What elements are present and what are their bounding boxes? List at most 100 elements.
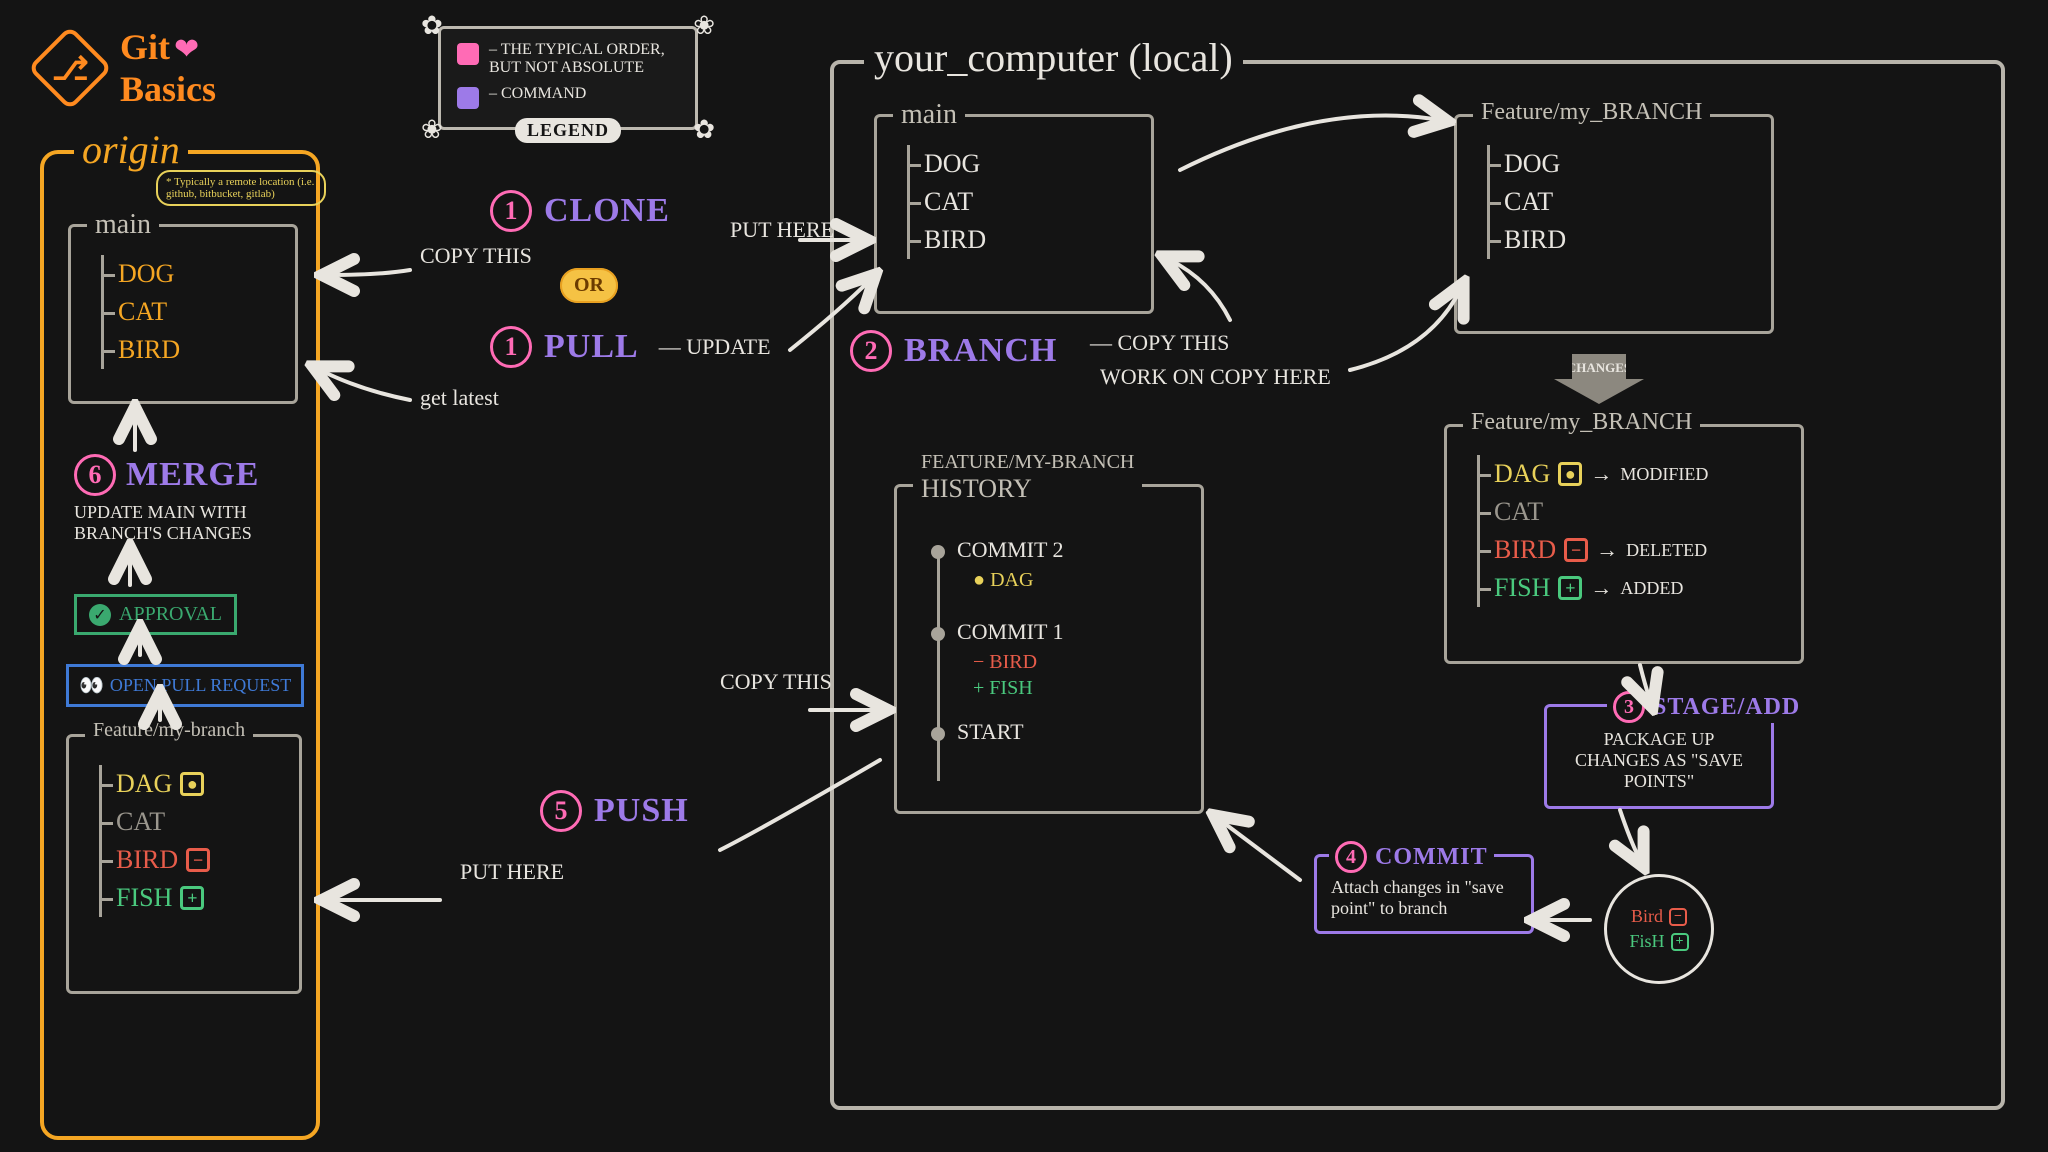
file-item: CAT — [102, 803, 279, 841]
added-icon: + — [1558, 576, 1582, 600]
save-point-circle: Bird− FisH+ — [1604, 874, 1714, 984]
legend-box: – THE TYPICAL ORDER, BUT NOT ABSOLUTE – … — [438, 26, 698, 130]
merge-command: MERGE — [126, 456, 259, 494]
commit-command: COMMIT — [1375, 844, 1488, 871]
approval-badge: ✓ APPROVAL — [74, 594, 237, 635]
file-item: CAT — [1490, 183, 1751, 221]
local-main-title: main — [893, 99, 965, 131]
save-point-item: Bird− — [1631, 906, 1687, 927]
branch-command: BRANCH — [904, 332, 1057, 370]
origin-feature-box: Feature/my-branch DAG● CAT BIRD− FISH+ — [66, 734, 302, 994]
branch-work-on-copy: WORK ON COPY HERE — [1100, 364, 1331, 390]
origin-main-title: main — [87, 209, 159, 241]
local-main-box: main DOG CAT BIRD — [874, 114, 1154, 314]
branch-copy-this: — COPY THIS — [1090, 330, 1229, 356]
modified-icon: ● — [1558, 462, 1582, 486]
local-title: your_computer (local) — [864, 34, 1243, 81]
added-icon: + — [1671, 933, 1689, 951]
commit-dot-icon — [931, 545, 945, 559]
flourish-icon: ✿ — [693, 115, 715, 145]
changes-label: CHANGES — [1567, 360, 1631, 376]
local-feature-clean-box: Feature/my_BRANCH DOG CAT BIRD — [1454, 114, 1774, 334]
local-feature-changed-box: Feature/my_BRANCH DAG ● →MODIFIED CAT BI… — [1444, 424, 1804, 664]
commit-change: ● DAG — [973, 569, 1033, 592]
eyes-icon: 👀 — [79, 673, 104, 698]
legend-row-pink: – THE TYPICAL ORDER, BUT NOT ABSOLUTE — [457, 41, 675, 77]
modified-icon: ● — [180, 772, 204, 796]
legend-pink-desc: – THE TYPICAL ORDER, BUT NOT ABSOLUTE — [489, 41, 675, 77]
deleted-icon: − — [1669, 908, 1687, 926]
file-item: BIRD− — [102, 841, 279, 879]
file-item: CAT — [104, 293, 275, 331]
stage-box: 3 STAGE/ADD PACKAGE UP CHANGES AS "SAVE … — [1544, 704, 1774, 809]
step-number: 1 — [490, 326, 532, 368]
local-feature-changed-title: Feature/my_BRANCH — [1463, 409, 1700, 436]
step-push: 5 PUSH — [540, 790, 689, 832]
push-copy-this: COPY THIS — [720, 670, 832, 694]
file-item: BIRD — [1490, 221, 1751, 259]
origin-container: origin * Typically a remote location (i.… — [40, 150, 320, 1140]
heart-icon: ❤ — [174, 33, 199, 66]
check-icon: ✓ — [89, 604, 111, 626]
history-line-icon — [937, 547, 940, 781]
title-line2: Basics — [120, 68, 216, 110]
approval-label: APPROVAL — [119, 603, 222, 626]
origin-feature-title: Feature/my-branch — [85, 719, 253, 742]
step-pull: 1 PULL — UPDATE — [490, 326, 771, 368]
pull-request-badge: 👀 OPEN PULL REQUEST — [66, 664, 304, 707]
stage-command: STAGE/ADD — [1653, 694, 1800, 721]
clone-copy-this: COPY THIS — [420, 244, 532, 268]
commit-desc: Attach changes in "save point" to branch — [1331, 877, 1517, 919]
save-point-item: FisH+ — [1629, 931, 1688, 952]
flourish-icon: ✿ — [421, 11, 443, 41]
deleted-icon: − — [1564, 538, 1588, 562]
file-item: DAG● — [102, 765, 279, 803]
push-put-here: PUT HERE — [460, 860, 564, 884]
added-icon: + — [180, 886, 204, 910]
commit-dot-icon — [931, 627, 945, 641]
commit-change: − BIRD — [973, 651, 1037, 674]
pink-swatch-icon — [457, 43, 479, 65]
or-cloud: OR — [560, 268, 618, 303]
commit-dot-icon — [931, 727, 945, 741]
merge-desc: UPDATE MAIN WITH BRANCH'S CHANGES — [74, 502, 284, 544]
file-item: BIRD — [910, 221, 1131, 259]
pr-label: OPEN PULL REQUEST — [110, 675, 291, 696]
origin-title: origin — [74, 126, 188, 173]
changes-arrow: CHANGES — [1554, 354, 1644, 404]
purple-swatch-icon — [457, 87, 479, 109]
commit-label: COMMIT 1 — [957, 619, 1064, 645]
step-number: 3 — [1613, 691, 1645, 723]
origin-main-box: main DOG CAT BIRD — [68, 224, 298, 404]
file-item: BIRD − →DELETED — [1480, 531, 1781, 569]
clone-command: CLONE — [544, 192, 670, 230]
local-feature-clean-title: Feature/my_BRANCH — [1473, 99, 1710, 126]
file-item: CAT — [910, 183, 1131, 221]
clone-put-here: PUT HERE — [730, 218, 834, 242]
origin-note: * Typically a remote location (i.e. gith… — [156, 170, 326, 206]
commit-change: + FISH — [973, 677, 1033, 700]
pull-get-latest: get latest — [420, 386, 499, 410]
page-title: ⎇ Git ❤ Basics — [40, 26, 216, 110]
deleted-icon: − — [186, 848, 210, 872]
file-item: BIRD — [104, 331, 275, 369]
file-item: FISH + →ADDED — [1480, 569, 1781, 607]
title-line1: Git — [120, 27, 170, 67]
file-item: DAG ● →MODIFIED — [1480, 455, 1781, 493]
step-number: 1 — [490, 190, 532, 232]
step-clone: 1 CLONE — [490, 190, 670, 232]
file-item: FISH+ — [102, 879, 279, 917]
file-item: CAT — [1480, 493, 1781, 531]
legend-purple-desc: – COMMAND — [489, 85, 586, 103]
local-container: your_computer (local) main DOG CAT BIRD … — [830, 60, 2005, 1110]
stage-desc: PACKAGE UP CHANGES AS "SAVE POINTS" — [1563, 729, 1755, 792]
pull-command: PULL — [544, 328, 639, 366]
file-item: DOG — [104, 255, 275, 293]
step-number: 5 — [540, 790, 582, 832]
step-number: 4 — [1335, 841, 1367, 873]
legend-row-purple: – COMMAND — [457, 85, 675, 109]
flourish-icon: ❀ — [693, 11, 715, 41]
history-title: FEATURE/MY-BRANCH HISTORY — [913, 451, 1142, 504]
git-logo-icon: ⎇ — [28, 26, 113, 111]
step-number: 2 — [850, 330, 892, 372]
